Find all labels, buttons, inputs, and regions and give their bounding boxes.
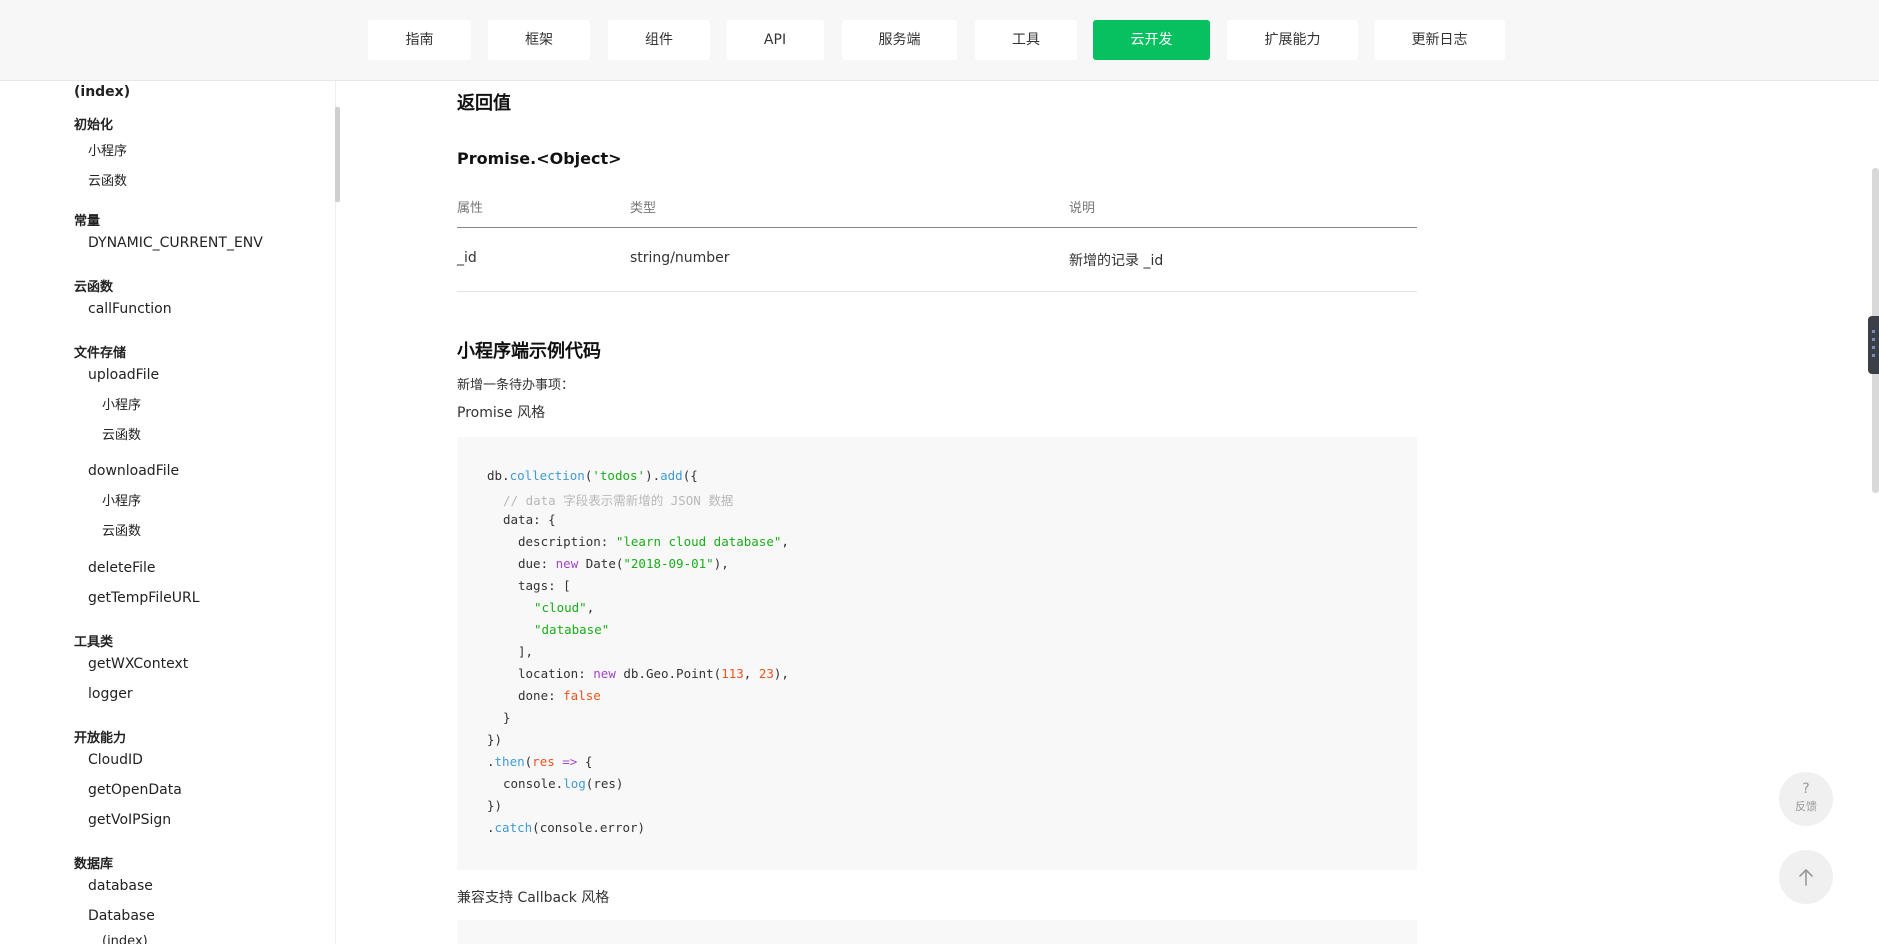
- feedback-label: 反馈: [1795, 800, 1817, 813]
- sidebar-item-upload-miniprogram[interactable]: 小程序: [102, 394, 141, 413]
- table-cell-type: string/number: [630, 250, 730, 266]
- sidebar-item-callfunction[interactable]: callFunction: [88, 301, 172, 317]
- code-line: "cloud",: [534, 600, 595, 615]
- sidebar-item-index[interactable]: (index): [74, 84, 130, 100]
- callback-style-label: 兼容支持 Callback 风格: [457, 890, 610, 906]
- sidebar-item-downloadfile[interactable]: downloadFile: [88, 463, 179, 479]
- nav-components[interactable]: 组件: [608, 20, 710, 60]
- sidebar-item-getopendata[interactable]: getOpenData: [88, 782, 182, 798]
- top-nav-bar: 指南 框架 组件 API 服务端 工具 云开发 扩展能力 更新日志: [0, 0, 1879, 81]
- code-line: .catch(console.error): [487, 820, 646, 835]
- sidebar-item-getvoipsign[interactable]: getVoIPSign: [88, 812, 171, 828]
- nav-tools[interactable]: 工具: [975, 20, 1077, 60]
- sample-code-heading: 小程序端示例代码: [457, 341, 601, 362]
- sidebar-group-const: 常量: [74, 214, 101, 229]
- side-panel-handle[interactable]: [1868, 316, 1879, 374]
- sidebar-item-database-class[interactable]: Database: [88, 908, 155, 924]
- sidebar-item-download-cloudfunction[interactable]: 云函数: [102, 520, 141, 539]
- sidebar-group-open: 开放能力: [74, 731, 127, 746]
- nav-cloud-dev[interactable]: 云开发: [1093, 20, 1210, 60]
- table-header-property: 属性: [457, 201, 484, 216]
- sidebar-item-getwxcontext[interactable]: getWXContext: [88, 656, 188, 672]
- sample-description: 新增一条待办事项：: [457, 378, 575, 393]
- promise-style-label: Promise 风格: [457, 405, 546, 421]
- sidebar-group-init: 初始化: [74, 118, 114, 133]
- code-line: }): [487, 732, 503, 747]
- table-cell-description: 新增的记录 _id: [1069, 253, 1164, 269]
- nav-extensions[interactable]: 扩展能力: [1227, 20, 1358, 60]
- sidebar-item-download-miniprogram[interactable]: 小程序: [102, 490, 141, 509]
- code-line: "database": [534, 622, 610, 637]
- code-line: console.log(res): [503, 776, 624, 791]
- sidebar-item-database[interactable]: database: [88, 878, 153, 894]
- code-line: }): [487, 798, 503, 813]
- sidebar-group-storage: 文件存储: [74, 346, 127, 361]
- code-line: description: "learn cloud database",: [518, 534, 789, 549]
- sidebar-item-init-miniprogram[interactable]: 小程序: [88, 140, 127, 159]
- sidebar-item-upload-cloudfunction[interactable]: 云函数: [102, 424, 141, 443]
- code-line: location: new db.Geo.Point(113, 23),: [518, 666, 789, 681]
- code-line: done: false: [518, 688, 601, 703]
- return-value-heading: 返回值: [457, 93, 511, 114]
- sidebar-group-cloudfn: 云函数: [74, 280, 114, 295]
- code-line: tags: [: [518, 578, 571, 593]
- sidebar-item-dynamic-env[interactable]: DYNAMIC_CURRENT_ENV: [88, 235, 263, 251]
- nav-changelog[interactable]: 更新日志: [1374, 20, 1505, 60]
- code-line: .then(res => {: [487, 754, 593, 769]
- sidebar-item-logger[interactable]: logger: [88, 686, 133, 702]
- sidebar-group-tools: 工具类: [74, 635, 114, 650]
- feedback-button[interactable]: ? 反馈: [1779, 772, 1833, 826]
- table-cell-property: _id: [457, 250, 477, 266]
- nav-framework[interactable]: 框架: [488, 20, 590, 60]
- promise-object-heading: Promise.<Object>: [457, 149, 622, 168]
- sidebar-item-cloudid[interactable]: CloudID: [88, 752, 143, 768]
- sidebar-item-uploadfile[interactable]: uploadFile: [88, 367, 159, 383]
- sidebar-item-gettempfileurl[interactable]: getTempFileURL: [88, 590, 200, 606]
- code-line: db.collection('todos').add({: [487, 468, 698, 483]
- code-line: ],: [518, 644, 534, 659]
- arrow-up-icon: [1799, 869, 1813, 886]
- table-header-description: 说明: [1069, 201, 1096, 216]
- sidebar-item-init-cloudfunction[interactable]: 云函数: [88, 170, 127, 189]
- nav-guide[interactable]: 指南: [368, 20, 471, 60]
- table-header-type: 类型: [630, 201, 657, 216]
- sidebar-scrollbar[interactable]: [335, 107, 340, 202]
- table-row-divider: [457, 291, 1417, 292]
- code-block-callback: [457, 920, 1417, 944]
- sidebar-item-deletefile[interactable]: deleteFile: [88, 560, 156, 576]
- code-line-comment: // data 字段表示需新增的 JSON 数据: [503, 493, 734, 508]
- code-block: db.collection('todos').add({ // data 字段表…: [457, 437, 1417, 870]
- code-line: }: [503, 710, 511, 725]
- sidebar-group-db: 数据库: [74, 857, 114, 872]
- sidebar-item-database-index[interactable]: (index): [102, 934, 148, 944]
- sidebar-divider: [335, 81, 336, 944]
- code-line: due: new Date("2018-09-01"),: [518, 556, 729, 571]
- table-header-divider: [457, 227, 1417, 228]
- back-to-top-button[interactable]: [1779, 850, 1833, 904]
- nav-api[interactable]: API: [726, 20, 824, 60]
- question-icon: ?: [1802, 781, 1810, 797]
- code-line: data: {: [503, 512, 556, 527]
- nav-server[interactable]: 服务端: [842, 20, 957, 60]
